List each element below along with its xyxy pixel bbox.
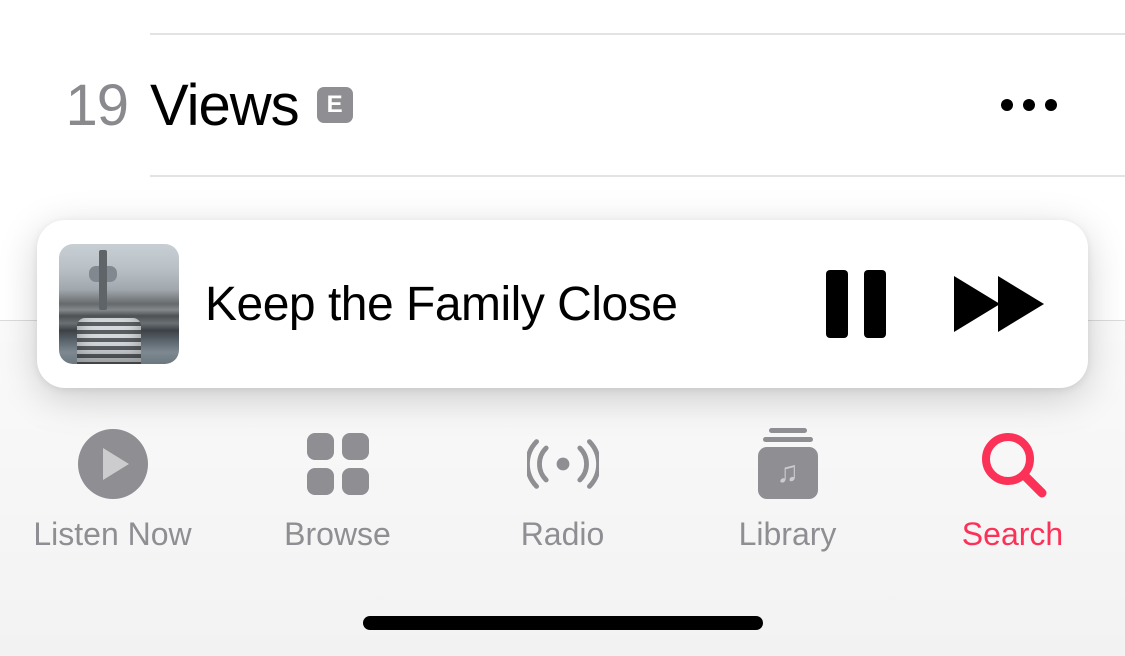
radio-icon (527, 428, 599, 500)
tab-bar: Listen Now Browse Radio (0, 416, 1125, 576)
pause-button[interactable] (826, 270, 886, 338)
search-icon (977, 428, 1049, 500)
track-number: 19 (0, 72, 150, 139)
tab-label: Listen Now (33, 516, 191, 553)
tab-search[interactable]: Search (900, 428, 1125, 553)
track-title: Views (150, 72, 299, 139)
next-track-button[interactable] (954, 276, 1048, 332)
tab-label: Radio (521, 516, 605, 553)
tab-listen-now[interactable]: Listen Now (0, 428, 225, 553)
tab-label: Library (739, 516, 837, 553)
fast-forward-icon (954, 276, 1048, 332)
tab-label: Search (962, 516, 1063, 553)
listen-now-icon (77, 428, 149, 500)
library-icon (752, 428, 824, 500)
browse-icon (302, 428, 374, 500)
more-icon[interactable] (1001, 99, 1057, 111)
tab-browse[interactable]: Browse (225, 428, 450, 553)
tab-library[interactable]: Library (675, 428, 900, 553)
album-art (59, 244, 179, 364)
divider (150, 175, 1125, 177)
tab-radio[interactable]: Radio (450, 428, 675, 553)
tab-label: Browse (284, 516, 391, 553)
explicit-badge: E (317, 87, 353, 123)
track-row[interactable]: 19 Views E (0, 35, 1125, 175)
now-playing-title: Keep the Family Close (205, 277, 826, 332)
home-indicator (363, 616, 763, 630)
mini-player[interactable]: Keep the Family Close (37, 220, 1088, 388)
